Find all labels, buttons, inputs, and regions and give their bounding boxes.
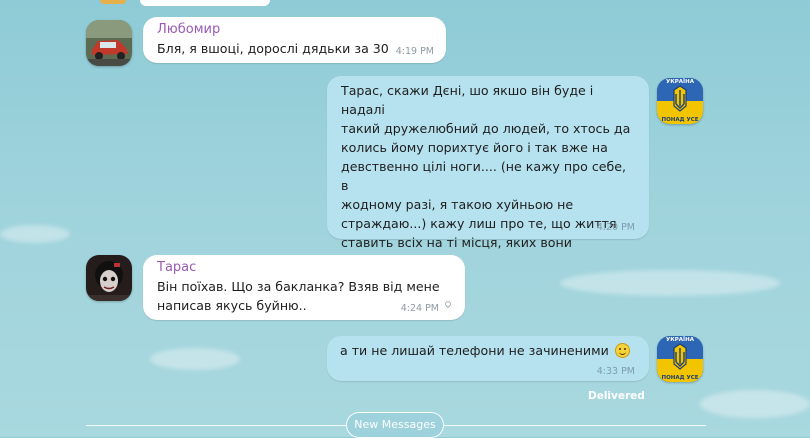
sender-name[interactable]: Тарас — [157, 259, 451, 277]
background-cloud — [560, 270, 780, 296]
avatar-self[interactable]: УКРАЇНА ПОНАД УСЕ — [657, 336, 703, 382]
message-text: а ти не лишай телефони не зачиненими — [340, 343, 609, 358]
message-time: 4:33 PM — [596, 366, 635, 377]
message-time: 4:24 PM — [400, 303, 439, 314]
message-line: колись йому порихтує його і так вже на — [341, 140, 608, 155]
divider-line-right — [444, 425, 706, 426]
message-line: жодному разі, я такою хуйньою не — [341, 197, 574, 212]
previous-avatar-edge — [100, 0, 126, 4]
background-cloud — [700, 390, 810, 418]
message-line: девственно цілі ноги.... (не кажу про се… — [341, 159, 627, 193]
avatar-lyubomyr[interactable] — [86, 20, 132, 66]
avatar-caption-top: УКРАЇНА — [666, 79, 694, 85]
background-cloud — [0, 225, 70, 243]
message-line: ставить всіх на ті місця, яких вони — [341, 235, 572, 250]
avatar-caption-bottom: ПОНАД УСЕ — [661, 375, 699, 381]
message-text: Бля, я вшоці, дорослі дядьки за 30 — [157, 41, 389, 56]
avatar-self[interactable]: УКРАЇНА ПОНАД УСЕ — [657, 78, 703, 124]
sender-name[interactable]: Любомир — [157, 21, 432, 39]
avatar-taras[interactable] — [86, 255, 132, 301]
message-line: страждаю...) кажу лиш про те, що життя — [341, 216, 617, 231]
message-time: 4:20 PM — [596, 222, 635, 233]
portrait-photo-icon — [86, 255, 132, 301]
car-photo-icon — [86, 20, 132, 66]
message-line: Він поїхав. Що за бакланка? Взяв від мен… — [157, 279, 440, 294]
message-bubble-incoming[interactable]: Тарас Він поїхав. Що за бакланка? Взяв в… — [143, 255, 465, 320]
message-line: Тарас, скажи Дєні, шо якшо він буде і на… — [341, 83, 594, 117]
divider-line-left — [86, 425, 346, 426]
background-cloud — [150, 348, 240, 370]
message-line: такий дружелюбний до людей, то хтось да — [341, 121, 631, 136]
message-bubble-outgoing[interactable]: Тарас, скажи Дєні, шо якшо він буде і на… — [327, 76, 649, 269]
smile-emoji-icon — [614, 343, 630, 358]
avatar-caption-top: УКРАЇНА — [666, 337, 694, 343]
message-time: 4:19 PM — [395, 46, 434, 57]
delivery-status: Delivered — [588, 390, 645, 402]
message-bubble-incoming[interactable]: Любомир Бля, я вшоці, дорослі дядьки за … — [143, 17, 446, 63]
new-messages-divider: New Messages — [346, 412, 444, 438]
avatar-caption-bottom: ПОНАД УСЕ — [661, 117, 699, 123]
message-bubble-outgoing[interactable]: а ти не лишай телефони не зачиненими 4:3… — [327, 336, 649, 381]
previous-bubble-edge — [140, 0, 270, 6]
